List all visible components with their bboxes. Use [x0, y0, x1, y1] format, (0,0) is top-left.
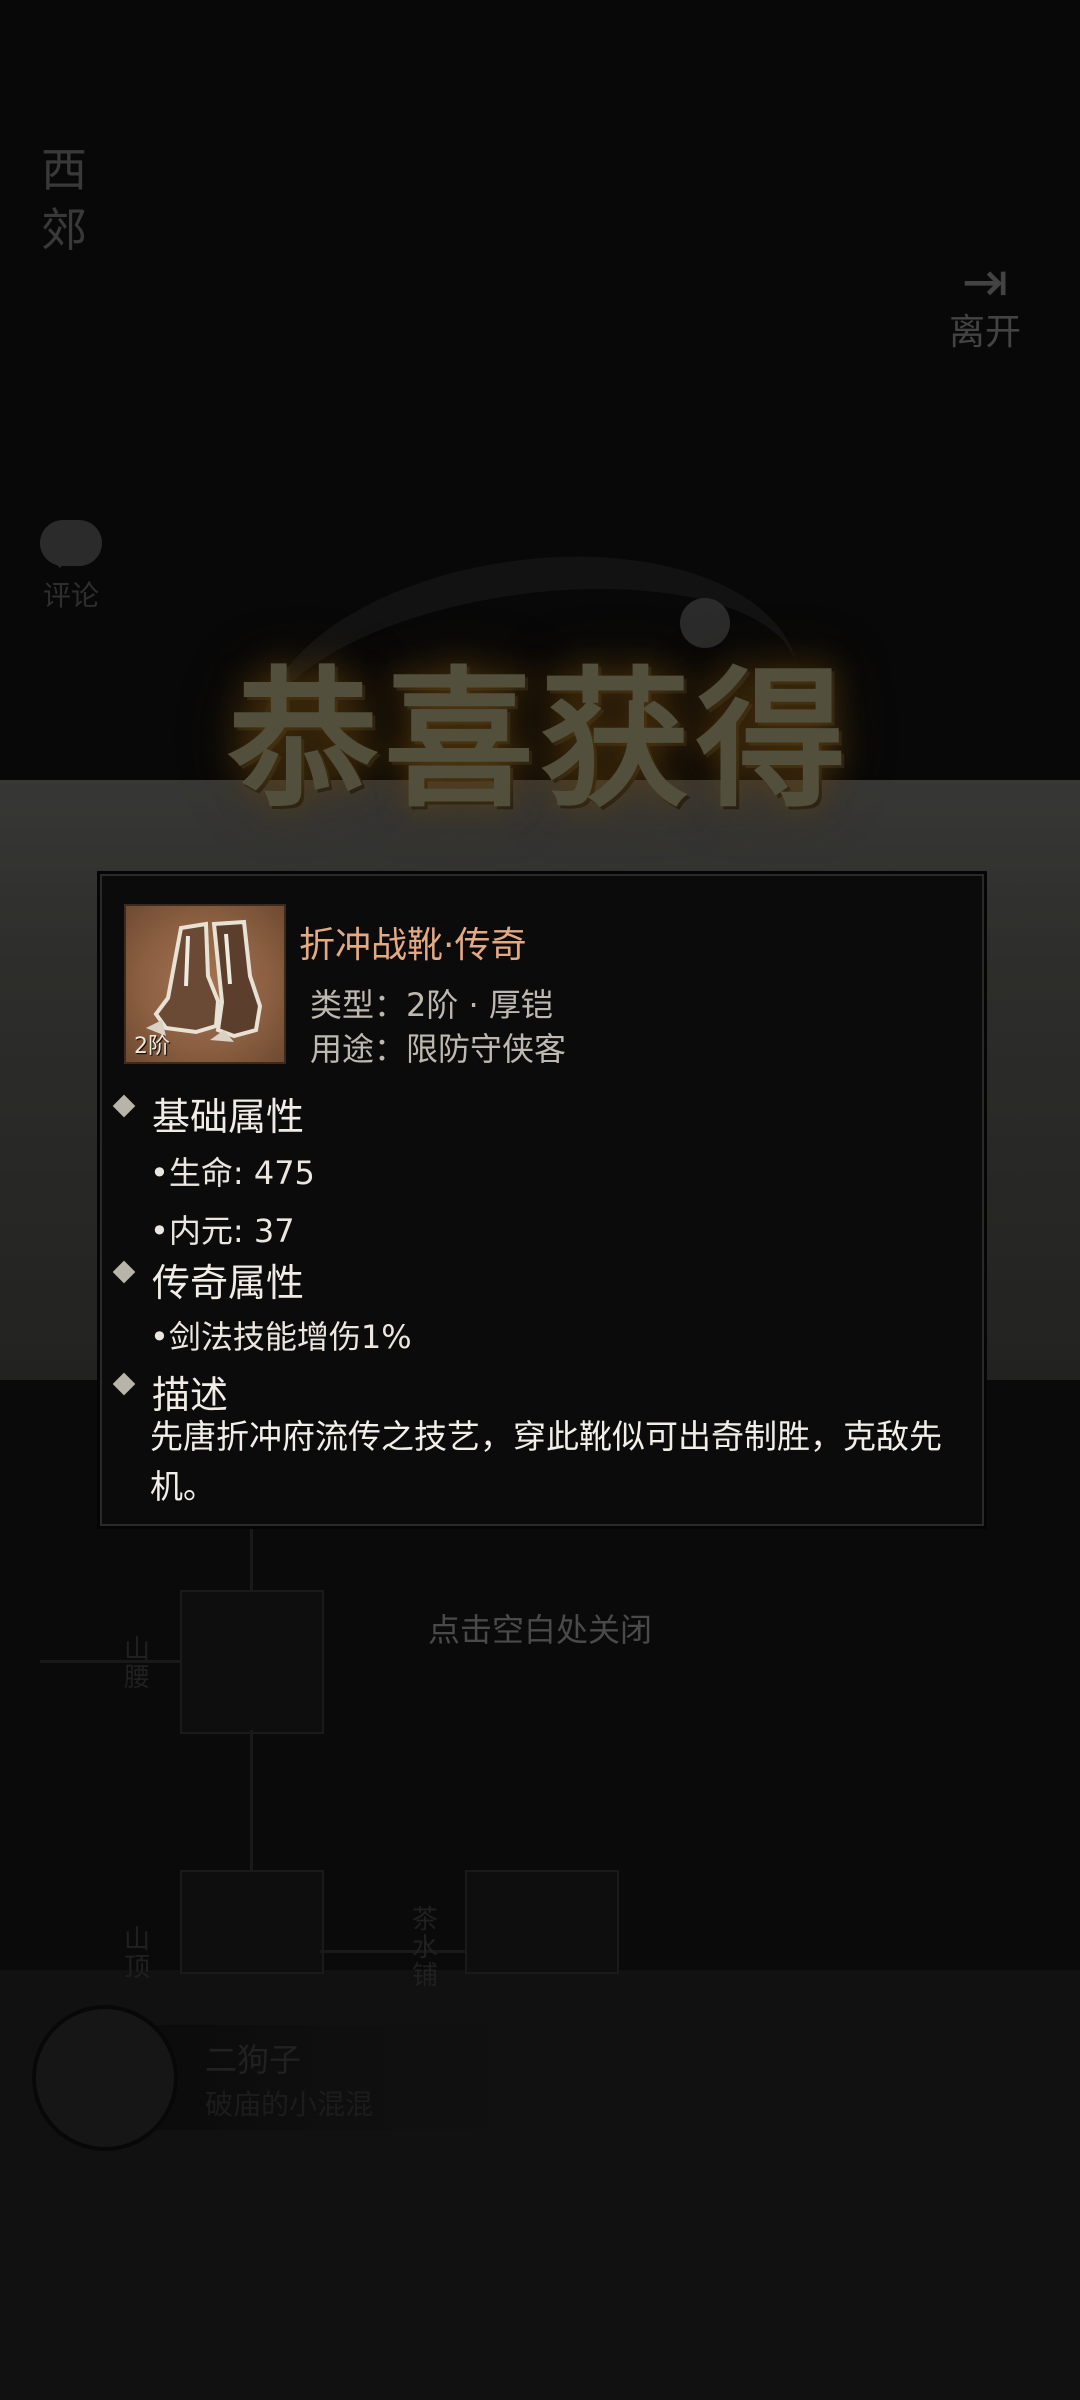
item-type: 类型：2阶 · 厚铠 — [310, 986, 553, 1024]
stat-line: •内元: 37 — [150, 1212, 295, 1250]
item-detail-panel: 2阶 折冲战靴·传奇 类型：2阶 · 厚铠 用途：限防守侠客 基础属性 •生命:… — [100, 874, 984, 1526]
close-hint[interactable]: 点击空白处关闭 — [0, 1605, 1080, 1651]
diamond-bullet-icon — [112, 1260, 136, 1284]
stat-line: •生命: 475 — [150, 1154, 315, 1192]
boots-icon: 2阶 — [124, 904, 286, 1064]
diamond-bullet-icon — [112, 1372, 136, 1396]
section-title: 基础属性 — [152, 1095, 305, 1139]
item-name: 折冲战靴·传奇 — [299, 925, 527, 966]
section-title: 传奇属性 — [152, 1261, 305, 1305]
section-title: 描述 — [152, 1373, 229, 1417]
tier-badge: 2阶 — [134, 1034, 170, 1059]
stat-line: •剑法技能增伤1% — [150, 1318, 412, 1356]
diamond-bullet-icon — [112, 1094, 136, 1118]
item-description: 先唐折冲府流传之技艺，穿此靴似可出奇制胜，克敌先机。 — [150, 1417, 942, 1506]
item-usage: 用途：限防守侠客 — [310, 1030, 567, 1068]
